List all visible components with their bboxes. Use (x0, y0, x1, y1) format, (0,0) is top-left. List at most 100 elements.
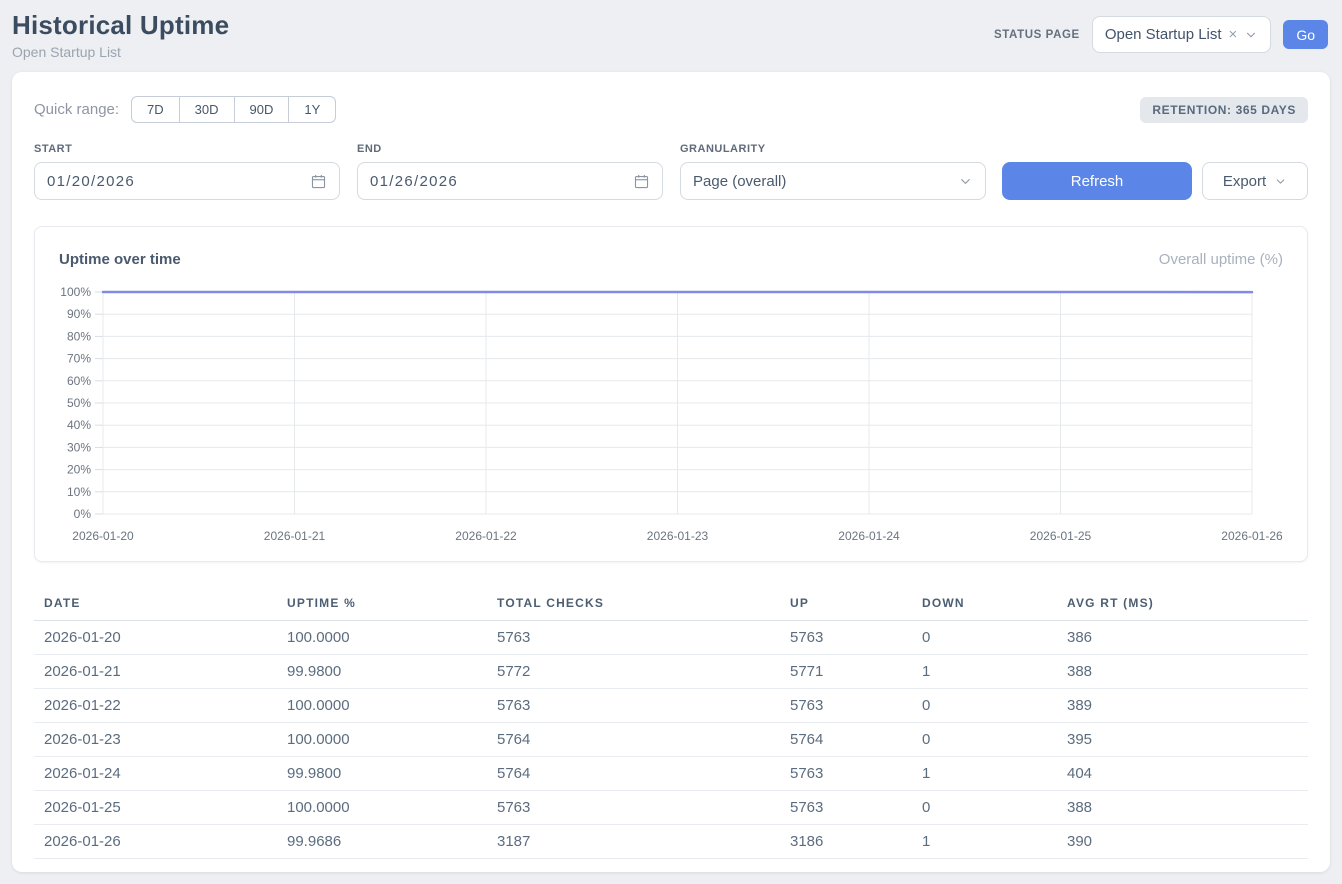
table-cell: 404 (1057, 757, 1308, 791)
table-cell: 2026-01-22 (34, 689, 277, 723)
chart-header: Uptime over time Overall uptime (%) (35, 251, 1307, 268)
uptime-chart-card: Uptime over time Overall uptime (%) 0% 10… (34, 226, 1308, 562)
table-cell: 5764 (780, 723, 912, 757)
table-row: 2026-01-25100.0000576357630388 (34, 791, 1308, 825)
col-header-total-checks: TOTAL CHECKS (487, 586, 780, 621)
y-tick-label: 30% (67, 440, 91, 454)
y-tick-label: 0% (74, 507, 92, 521)
table-row: 2026-01-2699.9686318731861390 (34, 825, 1308, 859)
filter-form: START END GRANULARITY Page (overall) Ref… (34, 143, 1308, 200)
table-cell: 395 (1057, 723, 1308, 757)
clear-selection-icon[interactable]: × (1229, 27, 1238, 42)
retention-badge: RETENTION: 365 DAYS (1140, 97, 1308, 123)
table-cell: 100.0000 (277, 621, 487, 655)
table-cell: 5763 (487, 791, 780, 825)
table-header-row: DATE UPTIME % TOTAL CHECKS UP DOWN AVG R… (34, 586, 1308, 621)
table-cell: 1 (912, 825, 1057, 859)
col-header-down: DOWN (912, 586, 1057, 621)
table-cell: 5772 (487, 655, 780, 689)
table-cell: 1 (912, 655, 1057, 689)
y-tick-label: 90% (67, 307, 91, 321)
calendar-icon[interactable] (310, 173, 327, 190)
table-cell: 3187 (487, 825, 780, 859)
table-cell: 5763 (780, 757, 912, 791)
table-cell: 2026-01-26 (34, 825, 277, 859)
y-tick-label: 70% (67, 352, 91, 366)
granularity-selected-value: Page (overall) (693, 173, 786, 190)
table-cell: 5763 (780, 791, 912, 825)
granularity-label: GRANULARITY (680, 143, 986, 155)
y-tick-label: 10% (67, 485, 91, 499)
table-cell: 100.0000 (277, 791, 487, 825)
table-cell: 0 (912, 791, 1057, 825)
calendar-icon[interactable] (633, 173, 650, 190)
y-tick-label: 50% (67, 396, 91, 410)
table-cell: 2026-01-21 (34, 655, 277, 689)
table-cell: 1 (912, 757, 1057, 791)
x-tick-label: 2026-01-25 (1030, 529, 1092, 543)
start-date-field: START (34, 143, 340, 200)
x-tick-label: 2026-01-20 (72, 529, 134, 543)
table-cell: 5764 (487, 723, 780, 757)
granularity-field: GRANULARITY Page (overall) (680, 143, 986, 200)
export-button[interactable]: Export (1202, 162, 1308, 200)
x-tick-label: 2026-01-26 (1221, 529, 1283, 543)
table-cell: 2026-01-24 (34, 757, 277, 791)
table-cell: 386 (1057, 621, 1308, 655)
table-cell: 5764 (487, 757, 780, 791)
end-date-inputbox (357, 162, 663, 200)
chevron-down-icon (1244, 28, 1258, 42)
table-cell: 0 (912, 723, 1057, 757)
quick-range-1y-button[interactable]: 1Y (288, 96, 336, 123)
table-cell: 100.0000 (277, 723, 487, 757)
table-cell: 388 (1057, 791, 1308, 825)
table-cell: 5763 (487, 689, 780, 723)
table-cell: 5763 (780, 621, 912, 655)
x-tick-label: 2026-01-23 (647, 529, 709, 543)
col-header-date: DATE (34, 586, 277, 621)
table-cell: 388 (1057, 655, 1308, 689)
table-cell: 99.9686 (277, 825, 487, 859)
table-row: 2026-01-23100.0000576457640395 (34, 723, 1308, 757)
table-cell: 2026-01-25 (34, 791, 277, 825)
table-cell: 0 (912, 689, 1057, 723)
quick-range-30d-button[interactable]: 30D (179, 96, 235, 123)
export-button-label: Export (1223, 173, 1266, 190)
uptime-table: DATE UPTIME % TOTAL CHECKS UP DOWN AVG R… (34, 586, 1308, 859)
status-page-select[interactable]: Open Startup List × (1092, 16, 1272, 53)
chart-legend: Overall uptime (%) (1159, 251, 1283, 268)
uptime-table-body: 2026-01-20100.00005763576303862026-01-21… (34, 621, 1308, 859)
y-tick-label: 100% (60, 285, 91, 299)
refresh-button[interactable]: Refresh (1002, 162, 1192, 200)
col-header-uptime: UPTIME % (277, 586, 487, 621)
quick-range-label: Quick range: (34, 101, 119, 118)
x-tick-label: 2026-01-21 (264, 529, 326, 543)
col-header-up: UP (780, 586, 912, 621)
table-row: 2026-01-2499.9800576457631404 (34, 757, 1308, 791)
table-cell: 5771 (780, 655, 912, 689)
end-date-input[interactable] (370, 173, 600, 190)
table-cell: 390 (1057, 825, 1308, 859)
status-page-label: STATUS PAGE (994, 29, 1080, 41)
table-cell: 3186 (780, 825, 912, 859)
table-cell: 5763 (487, 621, 780, 655)
quick-range-group: 7D 30D 90D 1Y (131, 96, 336, 123)
go-button[interactable]: Go (1283, 20, 1328, 49)
x-tick-label: 2026-01-24 (838, 529, 900, 543)
y-tick-label: 80% (67, 329, 91, 343)
quick-range-90d-button[interactable]: 90D (234, 96, 290, 123)
table-cell: 389 (1057, 689, 1308, 723)
table-row: 2026-01-22100.0000576357630389 (34, 689, 1308, 723)
start-date-inputbox (34, 162, 340, 200)
main-panel: Quick range: 7D 30D 90D 1Y RETENTION: 36… (12, 72, 1330, 872)
table-cell: 99.9800 (277, 757, 487, 791)
table-cell: 100.0000 (277, 689, 487, 723)
y-tick-label: 60% (67, 374, 91, 388)
y-tick-label: 20% (67, 463, 91, 477)
chevron-down-icon (1274, 175, 1287, 188)
granularity-select[interactable]: Page (overall) (680, 162, 986, 200)
start-date-input[interactable] (47, 173, 277, 190)
status-page-controls: STATUS PAGE Open Startup List × Go (994, 16, 1328, 53)
quick-range-row: Quick range: 7D 30D 90D 1Y RETENTION: 36… (34, 96, 1308, 123)
quick-range-7d-button[interactable]: 7D (131, 96, 180, 123)
